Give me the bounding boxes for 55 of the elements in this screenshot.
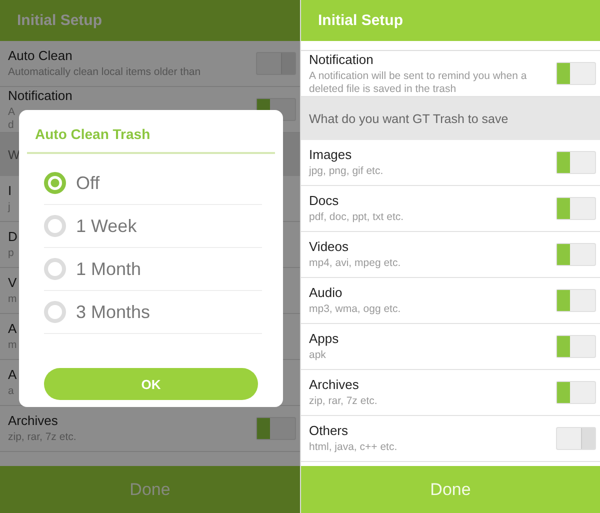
setting-title: D [8,229,18,245]
setting-description: Automatically clean local items older than [8,66,202,79]
setting-title: I [8,183,13,199]
app-header: Initial Setup [301,0,600,41]
setting-title: Archives [8,413,59,429]
toggle-switch[interactable] [556,381,596,404]
dialog-title: Auto Clean Trash [27,110,275,154]
setting-description: apk [309,349,327,362]
setting-description: zip, rar, 7z etc. [309,395,378,408]
setting-title: A [8,367,18,383]
toggle-switch[interactable] [556,197,596,220]
setting-description: A [8,106,16,118]
setting-title: Auto Clean [8,48,74,64]
setting-description: m [8,339,18,352]
toggle-switch[interactable] [556,243,596,266]
toggle-switch[interactable] [256,417,296,440]
setting-description: zip, rar, 7z etc. [8,431,78,444]
radio-button[interactable] [44,215,66,237]
setting-description: mp4, avi, mpeg etc. [309,257,402,270]
toggle-switch[interactable] [556,427,596,450]
setting-description: p [8,247,15,260]
setting-title: Videos [309,239,350,255]
toggle-switch[interactable] [556,151,596,174]
radio-button[interactable] [44,172,66,194]
toggle-switch[interactable] [556,62,596,85]
setting-description: mp3, wma, ogg etc. [309,303,402,316]
radio-button[interactable] [44,301,66,323]
setting-title: Apps [309,331,340,347]
setting-description: jpg, png, gif etc. [309,165,384,178]
toggle-switch[interactable] [556,289,596,312]
setting-title: Archives [309,377,360,393]
toggle-switch[interactable] [256,52,296,75]
setting-description: A notification will be sent to remind you when a [309,70,528,82]
setting-title: Others [309,423,350,439]
setting-title: Audio [309,285,344,301]
setting-description: pdf, doc, ppt, txt etc. [309,211,405,224]
option-label[interactable]: 1 Week [76,216,137,236]
setting-title: V [8,275,18,291]
section-header: What do you want GT Trash to save [301,97,600,140]
setting-description: html, java, c++ etc. [309,441,398,454]
setting-title: Images [309,147,353,163]
setting-title: Notification [309,52,374,68]
setting-description: d [8,118,15,132]
app-header: Initial Setup [0,0,300,41]
setting-description: j [8,201,12,214]
setting-description: deleted file is saved in the trash [309,82,458,96]
option-label[interactable]: 1 Month [76,258,142,280]
setting-title: Notification [8,88,74,104]
toggle-switch[interactable] [556,335,596,358]
setting-description: m [8,293,18,306]
setting-description: a [8,385,15,398]
radio-button[interactable] [44,258,66,280]
setting-title: A [8,321,18,337]
setting-title: Docs [309,193,340,209]
option-label[interactable]: 3 Months [76,302,150,322]
